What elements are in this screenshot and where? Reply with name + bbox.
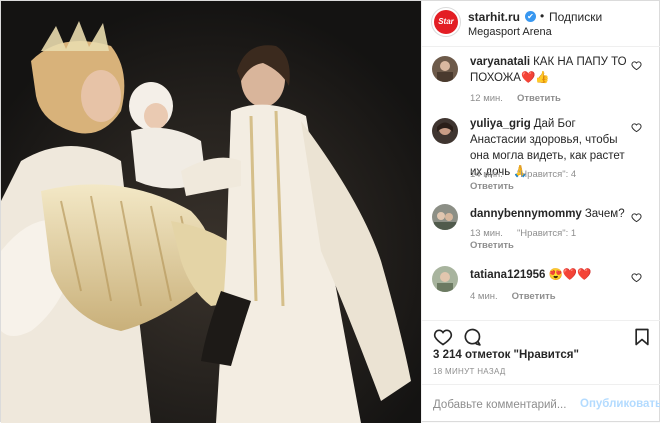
comments-list[interactable]: varyanatali КАК НА ПАПУ ТО ПОХОЖА❤️👍 12 м… bbox=[422, 48, 660, 320]
comment-text: dannybennymommy Зачем? bbox=[470, 206, 630, 222]
comment-icon[interactable] bbox=[462, 327, 482, 347]
commenter-avatar[interactable] bbox=[432, 56, 458, 82]
brand-logo: Star bbox=[434, 10, 458, 34]
instagram-post: Star starhit.ru ✔ • Подписки Megasport A… bbox=[0, 0, 660, 423]
comment-meta-reply: Ответить bbox=[470, 181, 528, 192]
post-actions bbox=[422, 320, 660, 350]
comment-meta: 12 мин. Ответить bbox=[470, 93, 575, 104]
comment-text: varyanatali КАК НА ПАПУ ТО ПОХОЖА❤️👍 bbox=[470, 54, 630, 86]
comment-emoji: ❤️👍 bbox=[520, 72, 550, 84]
verified-badge-icon: ✔ bbox=[525, 11, 536, 22]
comment-input[interactable] bbox=[433, 397, 573, 413]
reply-button[interactable]: Ответить bbox=[470, 240, 514, 251]
comment-time: 12 мин. bbox=[470, 93, 503, 104]
post-side-panel: Star starhit.ru ✔ • Подписки Megasport A… bbox=[421, 1, 660, 423]
reply-button[interactable]: Ответить bbox=[512, 291, 556, 302]
like-comment-heart-icon[interactable] bbox=[631, 272, 642, 283]
like-comment-heart-icon[interactable] bbox=[631, 122, 642, 133]
location-link[interactable]: Megasport Arena bbox=[468, 26, 552, 38]
heart-icon[interactable] bbox=[433, 327, 453, 347]
comment-time: 14 мин. bbox=[470, 169, 503, 180]
bookmark-icon[interactable] bbox=[632, 327, 652, 347]
comment-emoji: 😍❤️❤️ bbox=[548, 269, 592, 281]
reply-button[interactable]: Ответить bbox=[517, 93, 561, 104]
comment-username[interactable]: dannybennymommy bbox=[470, 208, 582, 220]
comment-meta: 13 мин. "Нравится": 1 bbox=[470, 228, 590, 239]
header-separator: • bbox=[540, 9, 545, 23]
account-handle[interactable]: starhit.ru bbox=[468, 10, 520, 24]
commenter-avatar[interactable] bbox=[432, 266, 458, 292]
reply-button[interactable]: Ответить bbox=[470, 181, 514, 192]
comment-meta: 4 мин. Ответить bbox=[470, 291, 570, 302]
like-comment-heart-icon[interactable] bbox=[631, 60, 642, 71]
comment-meta-reply: Ответить bbox=[470, 240, 528, 251]
comment-username[interactable]: varyanatali bbox=[470, 56, 530, 68]
comment-likes[interactable]: "Нравится": 4 bbox=[517, 169, 576, 180]
photo-illustration bbox=[1, 1, 421, 423]
comment-time: 4 мин. bbox=[470, 291, 498, 302]
comment-text: tatiana121956 😍❤️❤️ bbox=[470, 267, 630, 283]
publish-button[interactable]: Опубликовать bbox=[580, 398, 660, 410]
comment-content: Зачем? bbox=[584, 208, 625, 220]
following-button[interactable]: Подписки bbox=[549, 10, 602, 24]
like-comment-heart-icon[interactable] bbox=[631, 212, 642, 223]
post-timestamp[interactable]: 18 МИНУТ НАЗАД bbox=[433, 367, 506, 376]
commenter-avatar[interactable] bbox=[432, 118, 458, 144]
post-photo[interactable] bbox=[1, 1, 421, 423]
post-header: Star starhit.ru ✔ • Подписки Megasport A… bbox=[422, 1, 660, 47]
comment-likes[interactable]: "Нравится": 1 bbox=[517, 228, 576, 239]
comment-username[interactable]: yuliya_grig bbox=[470, 118, 531, 130]
commenter-avatar[interactable] bbox=[432, 204, 458, 230]
comment-username[interactable]: tatiana121956 bbox=[470, 269, 545, 281]
comment-composer: Опубликовать bbox=[422, 384, 660, 423]
likes-count[interactable]: 3 214 отметок "Нравится" bbox=[433, 349, 579, 361]
comment-meta: 14 мин. "Нравится": 4 bbox=[470, 169, 590, 180]
account-avatar[interactable]: Star bbox=[431, 7, 461, 37]
comment-time: 13 мин. bbox=[470, 228, 503, 239]
